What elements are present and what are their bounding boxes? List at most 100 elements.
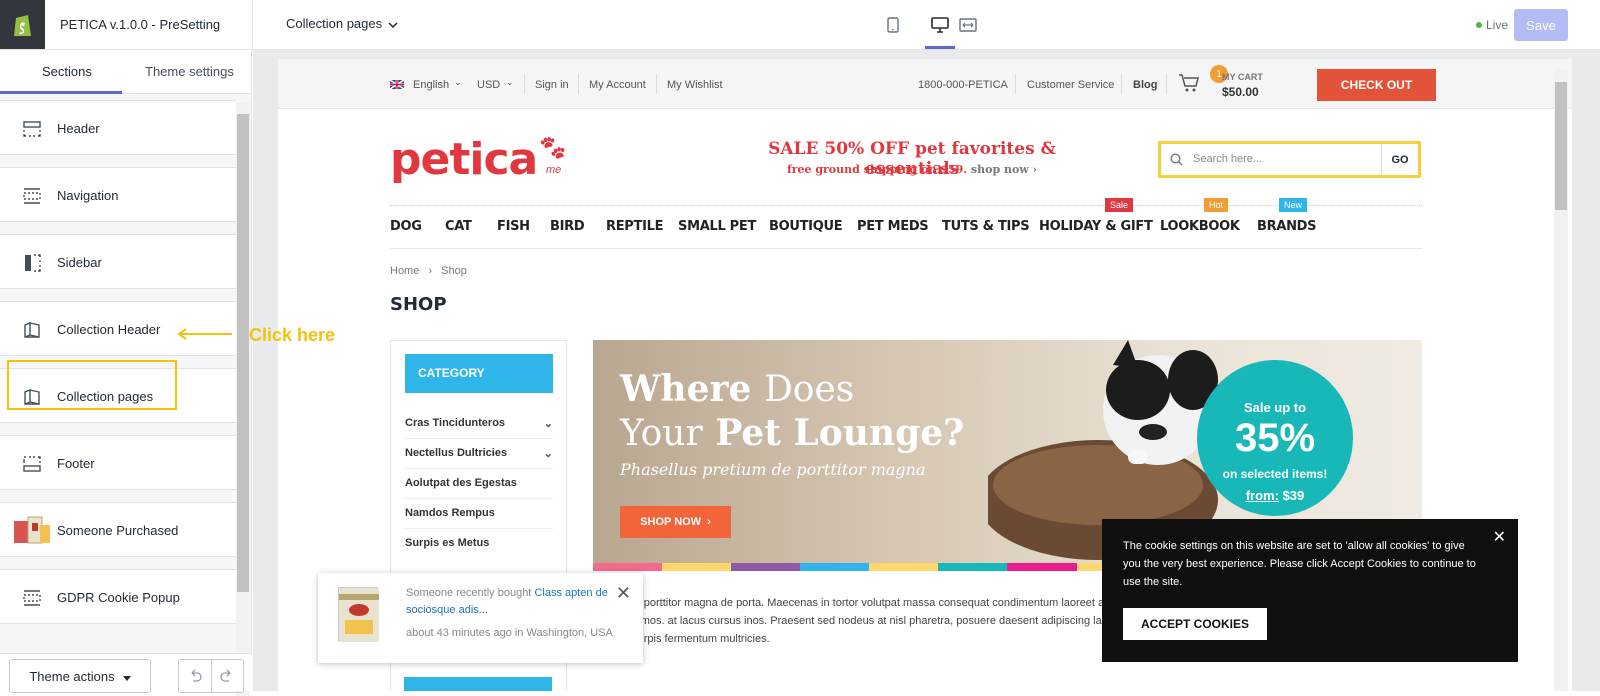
- live-label: Live: [1486, 18, 1509, 32]
- page-selector-label: Collection pages: [286, 16, 383, 31]
- divider: [1121, 74, 1122, 94]
- sidebar-scrollbar[interactable]: [236, 102, 250, 696]
- page-selector-dropdown[interactable]: Collection pages: [286, 16, 398, 31]
- section-label: Someone Purchased: [57, 523, 179, 538]
- shop-now-button[interactable]: SHOP NOW ›: [620, 506, 731, 538]
- my-account-link[interactable]: My Account: [589, 79, 646, 91]
- redo-icon[interactable]: [210, 660, 244, 692]
- category-item[interactable]: Cras Tincidunteros ⌄: [405, 409, 553, 439]
- mobile-view-icon[interactable]: [880, 12, 906, 38]
- undo-redo-group: [178, 659, 244, 693]
- theme-actions-button[interactable]: Theme actions: [9, 659, 151, 693]
- language-selector[interactable]: English: [413, 79, 449, 91]
- category-label: Nectellus Dultricies: [405, 447, 508, 459]
- section-item-navigation[interactable]: Navigation: [0, 167, 236, 222]
- annotation-arrow-icon: [177, 328, 232, 340]
- divider: [252, 0, 253, 50]
- section-label: Sidebar: [57, 255, 102, 270]
- chevron-right-icon: ›: [707, 516, 711, 528]
- menu-item-lookbook[interactable]: LOOKBOOK: [1160, 219, 1240, 234]
- product-thumbnail-icon[interactable]: [338, 587, 379, 642]
- sale-badge: Sale: [1105, 198, 1134, 212]
- divider: [390, 205, 1422, 206]
- menu-item-fish[interactable]: FISH: [497, 219, 530, 234]
- purchase-prefix: Someone recently bought: [406, 587, 532, 599]
- breadcrumb-home[interactable]: Home: [390, 265, 419, 277]
- chevron-down-icon: ⌄: [506, 77, 514, 87]
- section-item-header[interactable]: Header: [0, 100, 236, 155]
- shop-now-link[interactable]: shop now: [971, 163, 1029, 176]
- my-wishlist-link[interactable]: My Wishlist: [667, 79, 723, 91]
- shopify-logo-icon[interactable]: [0, 0, 45, 49]
- menu-item-dog[interactable]: DOG: [390, 219, 422, 234]
- cart-icon[interactable]: [1178, 73, 1200, 96]
- chevron-right-icon: ›: [1032, 163, 1038, 176]
- search-go-button[interactable]: GO: [1381, 144, 1418, 175]
- scrollbar-thumb[interactable]: [1555, 82, 1567, 210]
- editor-sidebar: Sections Theme settings Header Navigatio…: [0, 50, 252, 696]
- preview-scrollbar[interactable]: [1554, 69, 1568, 691]
- menu-item-bird[interactable]: BIRD: [550, 219, 585, 234]
- menu-item-reptile[interactable]: REPTILE: [606, 219, 663, 234]
- page-title: SHOP: [390, 294, 447, 315]
- stripe-segment: [731, 563, 801, 571]
- menu-item-boutique[interactable]: BOUTIQUE: [769, 219, 843, 234]
- save-button[interactable]: Save: [1514, 9, 1568, 41]
- sign-in-link[interactable]: Sign in: [535, 79, 569, 91]
- close-icon[interactable]: ✕: [616, 583, 631, 604]
- section-item-sidebar[interactable]: Sidebar: [0, 234, 236, 289]
- section-item-gdpr-cookie-popup[interactable]: GDPR Cookie Popup: [0, 569, 236, 624]
- category-item[interactable]: Nectellus Dultricies ⌄: [405, 439, 553, 469]
- scrollbar-thumb[interactable]: [237, 114, 249, 592]
- undo-icon[interactable]: [179, 660, 211, 692]
- accept-cookies-button[interactable]: ACCEPT COOKIES: [1123, 608, 1267, 640]
- banner-line-1: Where Does: [620, 368, 854, 410]
- menu-item-holiday-gift[interactable]: HOLIDAY & GIFT: [1039, 219, 1153, 234]
- section-label: Footer: [57, 456, 95, 471]
- banner-line-1-bold: Where: [620, 368, 752, 410]
- petica-logo[interactable]: petica🐾︎: [390, 134, 568, 185]
- menu-item-pet-meds[interactable]: PET MEDS: [857, 219, 929, 234]
- search-icon: [1170, 153, 1183, 169]
- customer-service-link[interactable]: Customer Service: [1027, 79, 1114, 91]
- menu-item-tuts-tips[interactable]: TUTS & TIPS: [942, 219, 1030, 234]
- promo-subline: free ground shipping on $59. shop now ›: [746, 163, 1078, 176]
- currency-selector[interactable]: USD: [477, 79, 500, 91]
- tab-sections[interactable]: Sections: [42, 64, 92, 79]
- cookie-message: The cookie settings on this website are …: [1123, 540, 1476, 588]
- badge-percentage: 35%: [1234, 416, 1316, 460]
- hot-badge: Hot: [1204, 198, 1229, 212]
- category-item[interactable]: Surpis es Metus: [405, 529, 553, 559]
- sidebar-bottom-bar: Theme actions: [0, 653, 252, 693]
- chevron-down-icon[interactable]: ⌄: [544, 417, 553, 430]
- badge-from: from:: [1245, 488, 1279, 503]
- category-item[interactable]: Namdos Rempus: [405, 499, 553, 529]
- fullscreen-view-icon[interactable]: [955, 12, 981, 38]
- desktop-view-icon[interactable]: [927, 12, 953, 38]
- chevron-down-icon: [388, 16, 398, 31]
- blog-link[interactable]: Blog: [1133, 79, 1157, 91]
- section-item-footer[interactable]: Footer: [0, 435, 236, 490]
- menu-item-brands[interactable]: BRANDS: [1257, 219, 1317, 234]
- category-item[interactable]: Aolutpat des Egestas: [405, 469, 553, 499]
- search-input[interactable]: Search here...: [1193, 153, 1262, 165]
- close-icon[interactable]: ✕: [1493, 527, 1506, 547]
- header-section-icon: [22, 119, 42, 139]
- stripe-segment: [800, 563, 870, 571]
- navigation-section-icon: [22, 186, 42, 206]
- banner-line-2: Your Pet Lounge?: [620, 412, 964, 454]
- click-here-annotation: Click here: [249, 325, 336, 345]
- live-status: Live: [1476, 18, 1508, 32]
- purchase-text: Someone recently bought Class apten de s…: [406, 585, 616, 619]
- chevron-down-icon: ⌄: [454, 77, 462, 87]
- chevron-down-icon[interactable]: ⌄: [544, 447, 553, 460]
- phone-number: 1800-000-PETICA: [918, 79, 1008, 91]
- section-item-someone-purchased[interactable]: Someone Purchased: [0, 502, 236, 557]
- sidebar-tabs: Sections Theme settings: [0, 50, 251, 94]
- tab-theme-settings[interactable]: Theme settings: [145, 64, 234, 79]
- badge-text: on selected items!: [1222, 467, 1328, 481]
- checkout-button[interactable]: CHECK OUT: [1317, 69, 1436, 101]
- divider: [1166, 74, 1167, 94]
- menu-item-small-pet[interactable]: SMALL PET: [678, 219, 756, 234]
- menu-item-cat[interactable]: CAT: [445, 219, 472, 234]
